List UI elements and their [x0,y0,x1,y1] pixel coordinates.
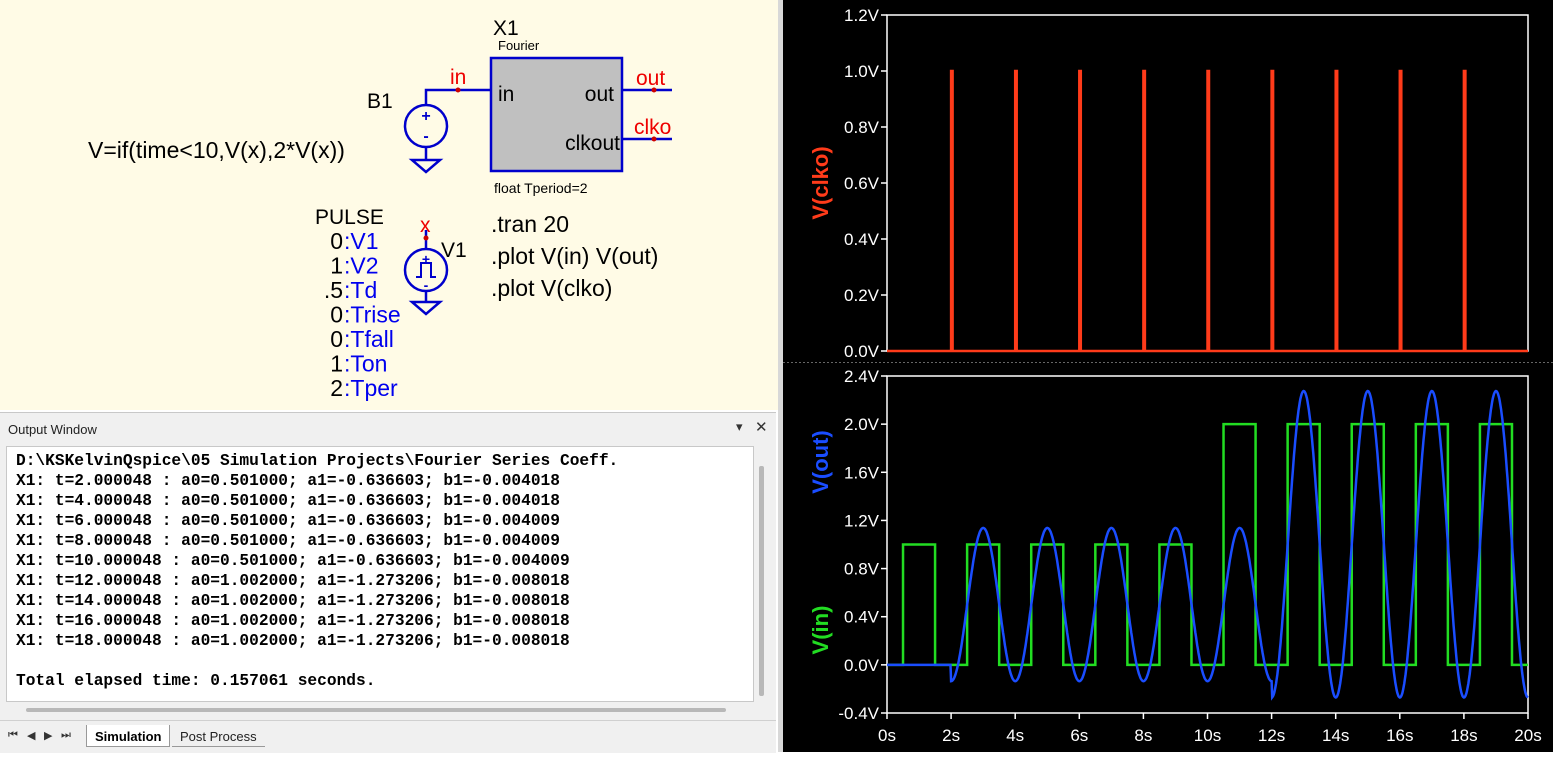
close-icon[interactable]: ✕ [755,418,768,436]
tab-post-process[interactable]: Post Process [172,725,265,747]
directive-line[interactable]: .plot V(in) V(out) [491,243,658,269]
x-tick-label: 18s [1450,726,1477,745]
v1-kind-label: PULSE [315,206,384,229]
v1-param-name: :Trise [344,302,401,328]
y-tick-label: 0.0V [844,656,880,675]
x-tick-label: 14s [1322,726,1349,745]
v1-ground-icon [408,300,444,316]
output-window-titlebar[interactable]: Output Window ▾ ✕ [0,412,776,445]
vertical-scroll-thumb[interactable] [759,466,764,696]
behavioral-source-b1[interactable]: B1 + - V=if(time<10,V(x),2*V(x)) [88,90,449,174]
schematic-svg[interactable]: X1 Fourier in out clkout float Tperiod=2… [0,0,778,410]
v1-param-name: :Ton [344,351,387,377]
output-text-area[interactable]: D:\KSKelvinQspice\05 Simulation Projects… [6,446,754,702]
next-tab-icon[interactable]: ▶ [44,729,52,742]
waveform-svg[interactable]: 0.0V 0.2V 0.4V 0.6V 0.8V 1.0V 1.2V -0.4V 0.0V 0.4… [783,0,1553,752]
output-log: D:\KSKelvinQspice\05 Simulation Projects… [16,452,619,690]
output-tab-bar: ⏮ ◀ ▶ ⏭ Simulation Post Process [0,720,776,753]
net-label-x[interactable]: x [420,214,431,237]
tab-simulation[interactable]: Simulation [86,725,171,747]
y-tick-label: -0.4V [838,704,879,723]
b1-expression: V=if(time<10,V(x),2*V(x)) [88,137,345,163]
x1-pin-clkout-label: clkout [565,132,620,155]
y-tick-label: 1.0V [844,62,880,81]
waveform-viewer[interactable]: 0.0V 0.2V 0.4V 0.6V 0.8V 1.0V 1.2V -0.4V 0.0V 0.4… [783,0,1553,752]
y-tick-label: 0.2V [844,286,880,305]
output-window: Output Window ▾ ✕ D:\KSKelvinQspice\05 S… [0,412,776,753]
x1-ref-label: X1 [493,17,519,40]
dropdown-icon[interactable]: ▾ [736,419,743,435]
last-tab-icon[interactable]: ⏭ [61,729,71,742]
horizontal-scroll-thumb[interactable] [26,708,726,712]
b1-minus-sign: - [423,128,428,145]
y-tick-label: 0.6V [844,174,880,193]
directive-line[interactable]: .plot V(clko) [491,275,612,301]
trace-label-v-clko[interactable]: V(clko) [808,146,833,219]
y-tick-label: 2.4V [844,367,880,386]
net-label-out[interactable]: out [636,67,665,90]
trace-label-v-out[interactable]: V(out) [808,430,833,494]
x-tick-label: 0s [878,726,896,745]
x1-param-label: float Tperiod=2 [494,180,588,196]
y-tick-label: 0.8V [844,118,880,137]
y-tick-label: 0.4V [844,230,880,249]
v1-param-name: :Tfall [344,326,394,352]
v1-param-value: 0 [330,326,343,352]
spice-directives[interactable]: .tran 20 .plot V(in) V(out) .plot V(clko) [491,211,658,301]
y-tick-label: 0.0V [844,342,880,361]
x1-type-label: Fourier [498,38,540,53]
x-tick-label: 16s [1386,726,1413,745]
y-tick-label: 2.0V [844,415,880,434]
x-tick-label: 10s [1194,726,1221,745]
b1-ground-icon [408,158,444,174]
v1-param-value: 0 [330,302,343,328]
b1-ref-label: B1 [367,90,393,113]
y-tick-label: 1.2V [844,511,880,530]
trace-label-v-in[interactable]: V(in) [808,606,833,655]
v1-param-value: 2 [330,375,343,401]
x1-pin-in-label: in [498,83,514,106]
y-tick-label: 0.4V [844,608,880,627]
prev-tab-icon[interactable]: ◀ [27,729,35,742]
x-tick-label: 20s [1514,726,1541,745]
v1-param-value: 0 [330,228,343,254]
pulse-source-v1[interactable]: PULSE V1 + - 0:V11:V2.5:Td0:Trise0:Tfall… [315,206,467,401]
y-tick-label: 1.6V [844,463,880,482]
directive-line[interactable]: .tran 20 [491,211,569,237]
v1-param-name: :Tper [344,375,398,401]
horizontal-scrollbar[interactable] [6,702,756,716]
x-tick-label: 2s [942,726,960,745]
vertical-scrollbar[interactable] [756,446,770,700]
v1-param-name: :V1 [344,228,379,254]
v1-minus-sign: - [424,277,429,293]
x-tick-label: 8s [1134,726,1152,745]
v1-param-value: 1 [330,253,343,279]
v1-param-value: 1 [330,351,343,377]
v1-param-value: .5 [324,277,343,303]
net-label-in[interactable]: in [450,66,466,89]
v1-param-list: 0:V11:V2.5:Td0:Trise0:Tfall1:Ton2:Tper [324,228,401,401]
x-tick-label: 4s [1006,726,1024,745]
y-tick-label: 0.8V [844,560,880,579]
output-window-title: Output Window [8,422,97,437]
x1-pin-out-label: out [585,83,614,106]
trace-v-in[interactable] [887,422,1528,667]
x-tick-label: 12s [1258,726,1285,745]
first-tab-icon[interactable]: ⏮ [8,729,18,742]
v1-param-name: :Td [344,277,377,303]
x-tick-label: 6s [1070,726,1088,745]
v1-param-name: :V2 [344,253,379,279]
schematic-canvas[interactable]: X1 Fourier in out clkout float Tperiod=2… [0,0,778,410]
b1-plus-sign: + [421,108,430,125]
net-label-clko[interactable]: clko [634,116,671,139]
trace-v-clko[interactable] [887,69,1528,353]
y-tick-label: 1.2V [844,6,880,25]
v1-plus-sign: + [422,251,430,267]
fourier-block-x1[interactable]: X1 Fourier in out clkout float Tperiod=2 [489,17,624,196]
